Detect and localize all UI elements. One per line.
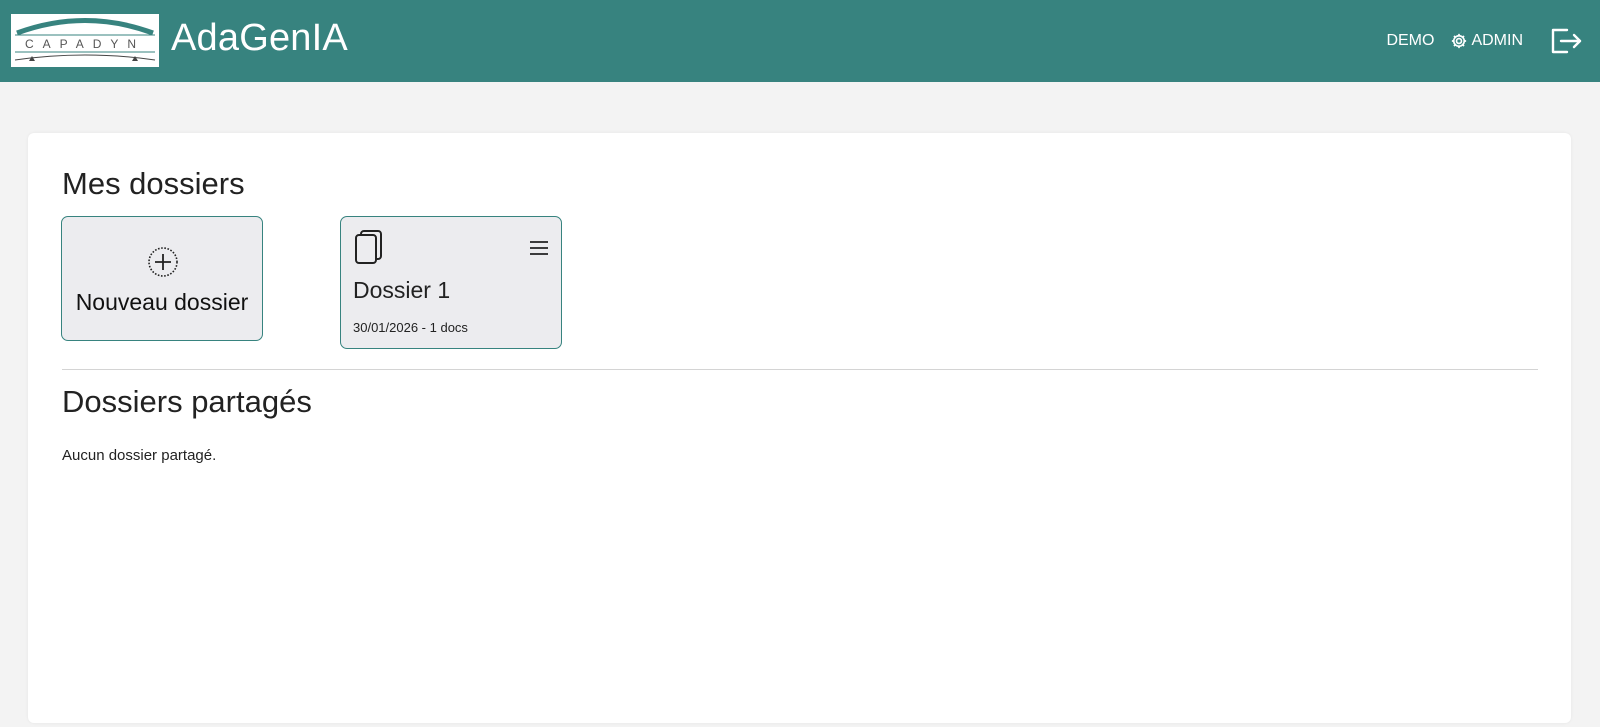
gear-icon bbox=[1452, 33, 1467, 49]
my-folders-title: Mes dossiers bbox=[62, 166, 245, 201]
main-panel: Mes dossiers Nouveau dossier Dossier 1 3… bbox=[28, 133, 1571, 723]
documents-icon bbox=[355, 230, 382, 264]
admin-label: ADMIN bbox=[1471, 32, 1523, 49]
new-folder-button[interactable]: Nouveau dossier bbox=[61, 216, 263, 341]
svg-text:CAPADYN: CAPADYN bbox=[25, 37, 145, 51]
folder-name: Dossier 1 bbox=[353, 277, 451, 303]
plus-circle-icon bbox=[148, 247, 178, 277]
shared-folders-empty-text: Aucun dossier partagé. bbox=[62, 447, 217, 464]
admin-link[interactable]: ADMIN bbox=[1450, 32, 1523, 50]
app-title: AdaGenIA bbox=[171, 17, 348, 59]
folder-meta: 30/01/2026 - 1 docs bbox=[353, 320, 468, 335]
hamburger-menu-icon[interactable] bbox=[529, 239, 549, 257]
top-bar: CAPADYN AdaGenIA DEMO ADMIN bbox=[0, 0, 1600, 82]
logout-icon[interactable] bbox=[1549, 26, 1583, 56]
demo-link[interactable]: DEMO bbox=[1386, 32, 1434, 50]
folder-card[interactable]: Dossier 1 30/01/2026 - 1 docs bbox=[340, 216, 562, 349]
header-nav: DEMO ADMIN bbox=[1386, 0, 1600, 82]
new-folder-label: Nouveau dossier bbox=[75, 289, 249, 315]
capadyn-logo[interactable]: CAPADYN bbox=[11, 14, 159, 67]
shared-folders-title: Dossiers partagés bbox=[62, 384, 312, 419]
section-divider bbox=[62, 369, 1538, 370]
